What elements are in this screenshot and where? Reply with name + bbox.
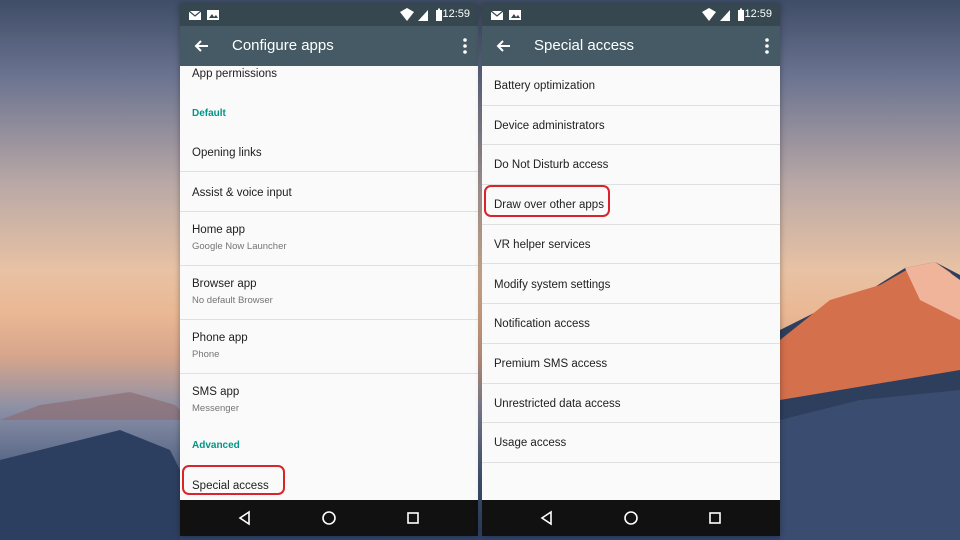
list-item-sms-app[interactable]: SMS app Messenger [180, 374, 478, 428]
recents-square-icon[interactable] [706, 509, 724, 527]
status-time: 12:59 [442, 8, 470, 20]
status-time: 12:59 [744, 8, 772, 20]
list-item-title: Notification access [494, 318, 590, 331]
list-item-modify-system-settings[interactable]: Modify system settings [482, 265, 780, 305]
list-item-title: Premium SMS access [494, 357, 608, 370]
nav-bar [482, 500, 780, 536]
list-item-subtitle: Messenger [192, 403, 239, 414]
status-bar: 12:59 [482, 4, 780, 26]
signal-icon [720, 10, 730, 21]
list-item-title: Do Not Disturb access [494, 159, 609, 172]
list-item-usage-access[interactable]: Usage access [482, 423, 780, 463]
mountain-background [0, 262, 960, 540]
list-item-battery-optimization[interactable]: Battery optimization [482, 66, 780, 106]
wifi-icon [702, 8, 716, 21]
list-item-vr-helper[interactable]: VR helper services [482, 225, 780, 265]
list-item-subtitle: Phone [192, 349, 220, 360]
list-item-notification-access[interactable]: Notification access [482, 304, 780, 344]
list-item-subtitle: Google Now Launcher [192, 241, 287, 252]
wifi-icon [400, 8, 414, 21]
list-item-title: Usage access [494, 437, 567, 450]
list-item-title: Browser app [192, 278, 257, 290]
list-item-title: SMS app [192, 386, 240, 398]
list-item-opening-links[interactable]: Opening links [180, 132, 478, 172]
list-item-title: Battery optimization [494, 80, 595, 92]
app-bar: Special access [482, 26, 780, 66]
page-title: Configure apps [232, 37, 334, 54]
list-item-title: Modify system settings [494, 278, 611, 291]
page-title: Special access [534, 37, 635, 54]
highlight-box [484, 185, 610, 217]
app-bar: Configure apps [180, 26, 478, 66]
image-icon [509, 10, 521, 20]
more-options-icon[interactable] [462, 37, 468, 55]
list-item-unrestricted-data[interactable]: Unrestricted data access [482, 384, 780, 424]
list-item-title: Assist & voice input [192, 187, 292, 199]
highlight-box [182, 465, 285, 495]
list-item-title: VR helper services [494, 238, 591, 251]
section-header-default: Default [192, 108, 226, 119]
list-item-subtitle: No default Browser [192, 295, 273, 306]
back-arrow-icon[interactable] [494, 36, 514, 56]
signal-icon [418, 10, 428, 21]
list-item-title: Phone app [192, 332, 248, 344]
home-circle-icon[interactable] [320, 509, 338, 527]
back-arrow-icon[interactable] [192, 36, 212, 56]
list-item-do-not-disturb[interactable]: Do Not Disturb access [482, 145, 780, 186]
back-triangle-icon[interactable] [538, 509, 556, 527]
settings-list: App permissions Default Opening links As… [180, 66, 478, 500]
phone-configure-apps: 12:59 Configure apps App permissions Def… [180, 4, 478, 536]
back-triangle-icon[interactable] [236, 509, 254, 527]
list-item-title: App permissions [192, 68, 278, 80]
list-item-title: Device administrators [494, 119, 605, 132]
list-item-title: Unrestricted data access [494, 397, 621, 410]
mail-icon [490, 10, 504, 20]
list-item-assist-voice[interactable]: Assist & voice input [180, 172, 478, 212]
more-options-icon[interactable] [764, 37, 770, 55]
image-icon [207, 10, 219, 20]
home-circle-icon[interactable] [622, 509, 640, 527]
nav-bar [180, 500, 478, 536]
list-item-premium-sms[interactable]: Premium SMS access [482, 344, 780, 384]
list-item-title: Home app [192, 224, 246, 236]
phone-special-access: 12:59 Special access Battery optimizatio… [482, 4, 780, 536]
list-item-app-permissions[interactable]: App permissions [180, 66, 478, 90]
list-item-home-app[interactable]: Home app Google Now Launcher [180, 212, 478, 266]
section-header-advanced: Advanced [192, 440, 240, 451]
list-item-phone-app[interactable]: Phone app Phone [180, 320, 478, 374]
list-item-device-administrators[interactable]: Device administrators [482, 106, 780, 146]
list-item-title: Opening links [192, 147, 262, 159]
mail-icon [188, 10, 202, 20]
recents-square-icon[interactable] [404, 509, 422, 527]
status-bar: 12:59 [180, 4, 478, 26]
list-item-browser-app[interactable]: Browser app No default Browser [180, 266, 478, 320]
settings-list: Battery optimization Device administrato… [482, 66, 780, 500]
